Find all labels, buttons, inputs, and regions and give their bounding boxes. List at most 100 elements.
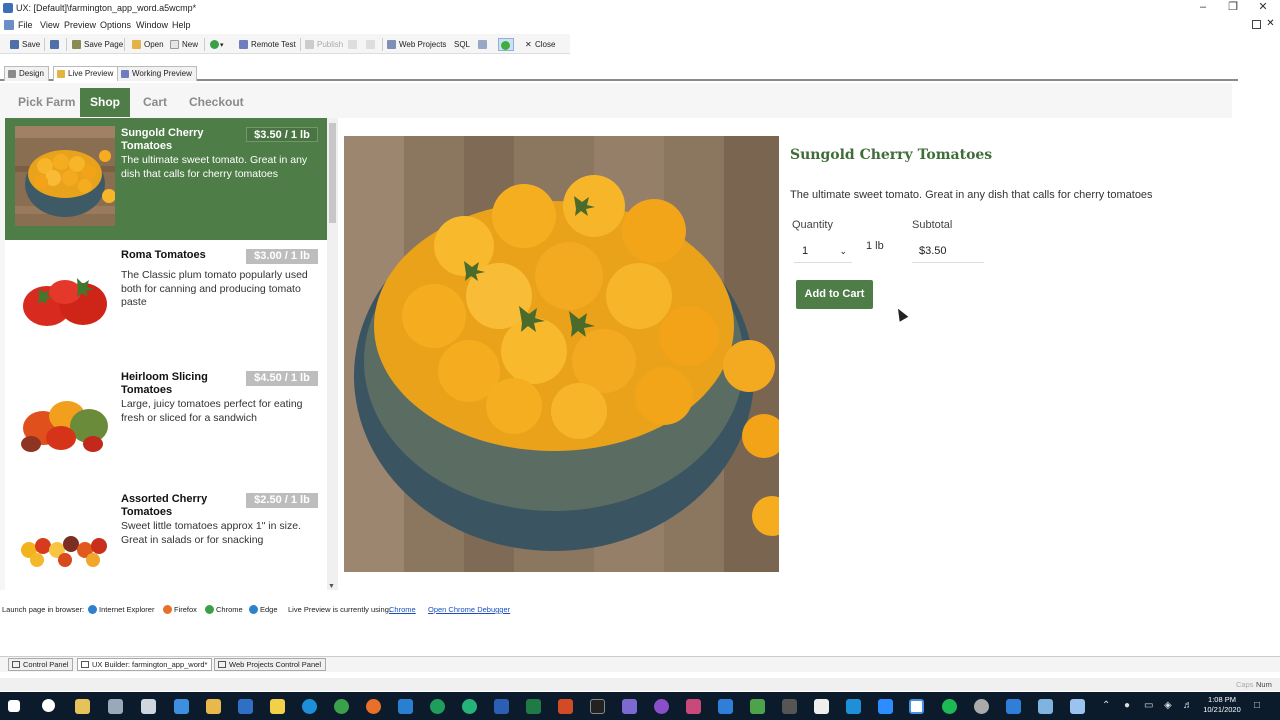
app-icon[interactable] (174, 699, 189, 714)
launch-edge[interactable]: Edge (260, 605, 278, 614)
store-icon[interactable] (75, 699, 90, 714)
wifi-icon[interactable]: ◈ (1164, 700, 1172, 711)
browser-preview-button[interactable]: ▾ (210, 38, 224, 51)
menu-view[interactable]: View (40, 20, 59, 30)
live-toggle-button[interactable] (498, 38, 514, 51)
app-icon[interactable] (814, 699, 829, 714)
slack-icon[interactable] (686, 699, 701, 714)
grammarly-icon[interactable] (462, 699, 477, 714)
close-button[interactable]: ✕ Close (523, 38, 555, 51)
tab-working-preview[interactable]: Working Preview (117, 66, 197, 81)
current-browser-link[interactable]: Chrome (389, 605, 416, 614)
file-explorer-icon[interactable] (206, 699, 221, 714)
publish-lock-button[interactable] (366, 38, 376, 51)
microphone-icon[interactable]: ● (1124, 700, 1130, 711)
download-icon[interactable] (1006, 699, 1021, 714)
excel-icon[interactable] (526, 699, 541, 714)
product-hero-image (344, 136, 779, 572)
mdi-close-icon[interactable]: ✕ (1266, 19, 1275, 29)
caps-indicator: Caps (1236, 680, 1254, 689)
product-item[interactable]: Assorted Cherry Tomatoes $2.50 / 1 lb Sw… (5, 484, 327, 590)
list-scrollbar[interactable]: ▼ (327, 118, 338, 590)
product-item[interactable]: Heirloom Slicing Tomatoes $4.50 / 1 lb L… (5, 362, 327, 484)
zoom-icon[interactable] (878, 699, 893, 714)
launch-internet-explorer[interactable]: Internet Explorer (99, 605, 154, 614)
restore-icon[interactable]: ❐ (1218, 0, 1248, 17)
app-icon[interactable] (622, 699, 637, 714)
launch-firefox[interactable]: Firefox (174, 605, 197, 614)
tab-design[interactable]: Design (4, 66, 49, 81)
settings-gear-icon[interactable] (42, 699, 55, 712)
chrome-icon[interactable] (334, 699, 349, 714)
launch-chrome[interactable]: Chrome (216, 605, 243, 614)
tab-web-projects[interactable]: Web Projects Control Panel (214, 658, 326, 671)
app-icon[interactable] (238, 699, 253, 714)
open-debugger-link[interactable]: Open Chrome Debugger (428, 605, 510, 614)
menu-file[interactable]: File (18, 20, 33, 30)
app-icon[interactable] (108, 699, 123, 714)
tab-ux-builder[interactable]: UX Builder: farmington_app_word* (77, 658, 213, 671)
word-icon[interactable] (494, 699, 509, 714)
app-icon[interactable] (782, 699, 797, 714)
nav-shop[interactable]: Shop (80, 88, 130, 117)
terminal-icon[interactable] (590, 699, 605, 714)
app-icon[interactable] (1038, 699, 1053, 714)
app-icon[interactable] (141, 699, 156, 714)
menu-options[interactable]: Options (100, 20, 131, 30)
tab-live-preview[interactable]: Live Preview (53, 66, 119, 81)
vscode-icon[interactable] (398, 699, 413, 714)
scrollbar-thumb[interactable] (329, 123, 336, 223)
save-page-button[interactable]: Save Page (72, 38, 123, 51)
tray-chevron-icon[interactable]: ⌃ (1102, 700, 1110, 711)
nav-cart[interactable]: Cart (133, 88, 177, 117)
quantity-select[interactable]: 1 ⌄ (794, 241, 852, 263)
spotify-icon[interactable] (942, 699, 957, 714)
toolbar-divider (66, 38, 67, 51)
toolbar-divider (300, 38, 301, 51)
app-icon[interactable] (1070, 699, 1085, 714)
close-icon[interactable]: ✕ (1248, 0, 1278, 17)
app-icon[interactable] (654, 699, 669, 714)
publish-settings-button[interactable] (348, 38, 358, 51)
product-item[interactable]: Roma Tomatoes $3.00 / 1 lb The Classic p… (5, 240, 327, 362)
firefox-icon[interactable] (366, 699, 381, 714)
edge-icon[interactable] (302, 699, 317, 714)
nav-checkout[interactable]: Checkout (179, 88, 254, 117)
active-app-icon[interactable] (909, 699, 924, 714)
open-button[interactable]: Open (132, 38, 164, 51)
product-item[interactable]: Sungold Cherry Tomatoes $3.50 / 1 lb The… (5, 118, 327, 240)
volume-icon[interactable]: ♬ (1183, 700, 1193, 711)
taskbar: ⌃ ● ▭ ◈ ♬ 1:08 PM 10/21/2020 □ (0, 692, 1280, 720)
menu-window[interactable]: Window (136, 20, 168, 30)
app-icon[interactable] (750, 699, 765, 714)
menu-help[interactable]: Help (172, 20, 191, 30)
app-icon[interactable] (718, 699, 733, 714)
add-to-cart-button[interactable]: Add to Cart (796, 280, 873, 309)
sql-button[interactable]: SQL (444, 38, 470, 51)
nav-pick-farm[interactable]: Pick Farm (8, 88, 85, 117)
text-tool-button[interactable] (478, 38, 488, 51)
mdi-restore-icon[interactable] (1252, 20, 1261, 29)
scroll-down-icon[interactable]: ▼ (328, 583, 335, 590)
product-description: The Classic plum tomato popularly used b… (121, 269, 308, 308)
menu-preview[interactable]: Preview (64, 20, 96, 30)
powerpoint-icon[interactable] (558, 699, 573, 714)
app-icon[interactable] (270, 699, 285, 714)
save-all-button[interactable] (50, 38, 60, 51)
publish-button[interactable]: Publish (305, 38, 343, 51)
app-icon[interactable] (974, 699, 989, 714)
remote-test-button[interactable]: Remote Test (239, 38, 296, 51)
new-button[interactable]: New (170, 38, 198, 51)
web-projects-button[interactable]: Web Projects (387, 38, 446, 51)
tab-live-preview-label: Live Preview (68, 69, 114, 78)
price-badge: $4.50 / 1 lb (246, 371, 318, 386)
skype-icon[interactable] (846, 699, 861, 714)
tab-control-panel[interactable]: Control Panel (8, 658, 74, 671)
minimize-icon[interactable]: – (1188, 0, 1218, 17)
battery-icon[interactable]: ▭ (1144, 700, 1153, 711)
save-button[interactable]: Save (10, 38, 40, 51)
system-clock[interactable]: 1:08 PM 10/21/2020 (1199, 695, 1245, 715)
notifications-icon[interactable]: □ (1254, 700, 1260, 711)
app-icon[interactable] (430, 699, 445, 714)
windows-start-icon[interactable] (8, 700, 20, 712)
